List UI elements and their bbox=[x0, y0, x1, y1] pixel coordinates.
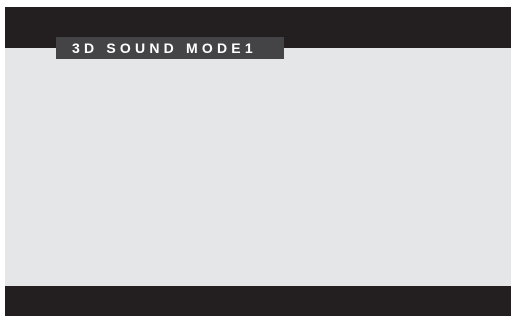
screen-frame: 3D SOUND MODE1 bbox=[5, 7, 511, 316]
sound-mode-label: 3D SOUND MODE1 bbox=[56, 37, 284, 59]
content-area bbox=[5, 48, 511, 286]
